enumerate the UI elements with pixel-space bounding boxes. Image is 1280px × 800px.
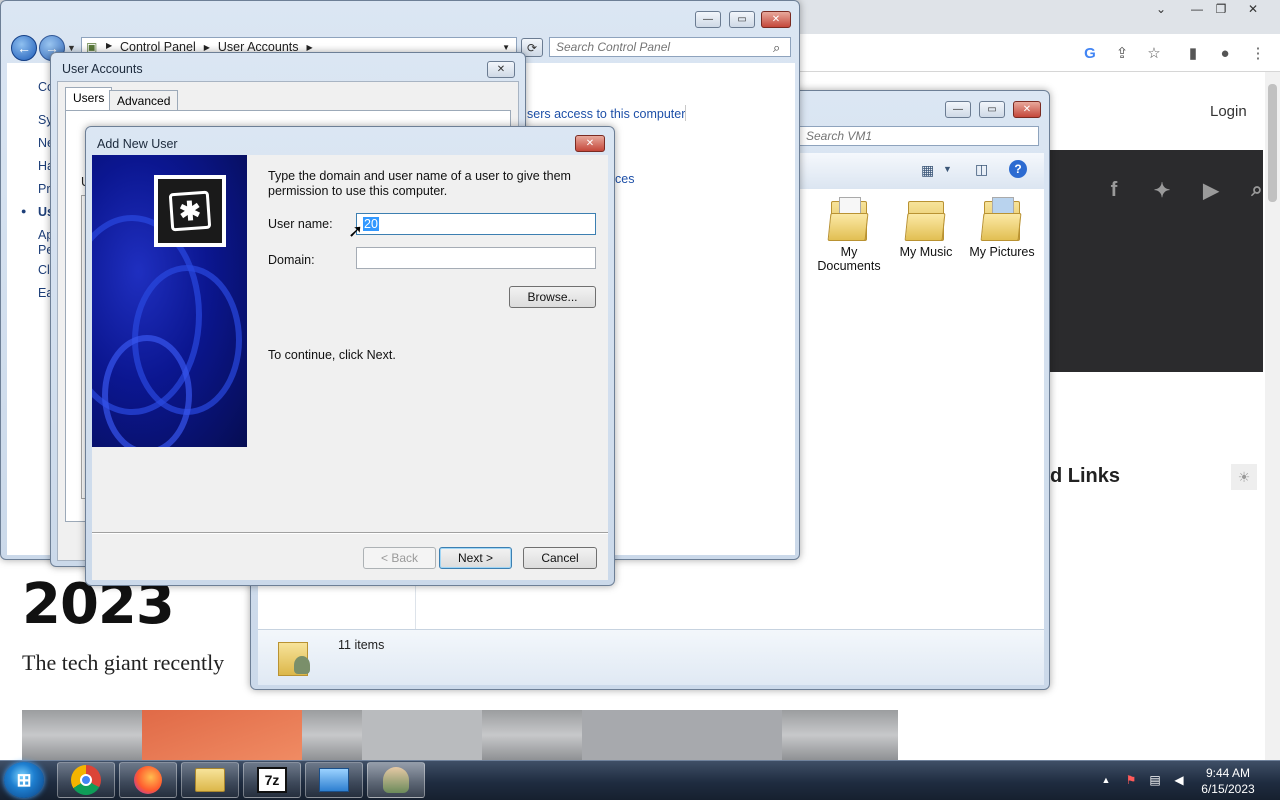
taskbar-user-accounts-button[interactable] bbox=[367, 762, 425, 798]
search-icon[interactable]: ⌕ bbox=[773, 40, 780, 56]
cp-nav-item[interactable]: Pr bbox=[38, 182, 51, 196]
cp-search-input[interactable] bbox=[549, 37, 791, 57]
taskbar-7zip-button[interactable]: 7z bbox=[243, 762, 301, 798]
address-dropdown-icon[interactable]: ▼ bbox=[502, 43, 510, 52]
tab-advanced[interactable]: Advanced bbox=[109, 90, 179, 112]
start-button[interactable]: ⊞ bbox=[4, 762, 44, 798]
cp-nav-item[interactable]: Cl bbox=[38, 263, 50, 277]
change-view-icon[interactable]: ▦ bbox=[921, 162, 934, 179]
help-icon[interactable]: ? bbox=[1009, 160, 1027, 178]
continue-hint: To continue, click Next. bbox=[268, 348, 396, 362]
mouse-cursor-icon: ➚ bbox=[348, 221, 364, 241]
folder-label: My Documents bbox=[817, 245, 881, 273]
explorer-maximize-button[interactable]: ▭ bbox=[979, 101, 1005, 118]
clock-time: 9:44 AM bbox=[1205, 766, 1251, 780]
folder-icon bbox=[195, 768, 225, 792]
details-pane: 11 items bbox=[258, 629, 1044, 685]
folder-label: My Music bbox=[899, 245, 953, 259]
article-lede: The tech giant recently bbox=[22, 650, 225, 675]
breadcrumb-separator-icon: ▶ bbox=[106, 41, 113, 50]
control-panel-icon bbox=[319, 768, 349, 792]
dialog-title: User Accounts bbox=[62, 62, 143, 76]
preview-pane-icon[interactable]: ◫ bbox=[975, 161, 988, 178]
wizard-close-button[interactable]: ✕ bbox=[575, 135, 605, 152]
user-folder-icon bbox=[276, 634, 316, 678]
domain-label: Domain: bbox=[268, 253, 315, 267]
browse-button[interactable]: Browse... bbox=[509, 286, 596, 308]
theme-toggle-icon[interactable]: ☀ bbox=[1231, 464, 1257, 490]
login-link[interactable]: Login bbox=[1210, 103, 1247, 120]
bookmark-star-icon[interactable]: ☆ bbox=[1143, 42, 1165, 64]
domain-input[interactable] bbox=[356, 247, 596, 269]
folder-my-pictures[interactable]: My Pictures bbox=[965, 195, 1039, 259]
wizard-banner-image: ✱ bbox=[92, 155, 247, 447]
back-arrow-icon[interactable]: ← bbox=[11, 35, 37, 61]
cancel-button[interactable]: Cancel bbox=[523, 547, 597, 569]
taskbar-firefox-button[interactable] bbox=[119, 762, 177, 798]
system-clock[interactable]: 9:44 AM 6/15/2023 bbox=[1186, 765, 1270, 797]
folder-icon bbox=[904, 195, 946, 241]
user-key-icon: ✱ bbox=[154, 175, 226, 247]
link-divider bbox=[685, 105, 686, 121]
username-selected-text: 20 bbox=[363, 217, 379, 231]
selected-bullet-icon: ● bbox=[21, 206, 27, 216]
back-button[interactable]: < Back bbox=[363, 547, 436, 569]
explorer-search-input[interactable] bbox=[799, 126, 1039, 146]
network-icon[interactable]: ▤ bbox=[1146, 771, 1164, 789]
profile-avatar-icon[interactable]: ● bbox=[1214, 42, 1236, 64]
side-panel-icon[interactable]: ▮ bbox=[1182, 42, 1204, 64]
tab-list-chevron-icon[interactable]: ⌄ bbox=[1146, 0, 1176, 18]
cp-minimize-button[interactable]: — bbox=[695, 11, 721, 28]
google-lens-icon[interactable]: G bbox=[1079, 42, 1101, 64]
related-links-heading: d Links bbox=[1050, 465, 1121, 487]
item-count: 11 items bbox=[338, 638, 385, 652]
twitter-icon[interactable]: ✦ bbox=[1148, 176, 1176, 204]
article-photo bbox=[22, 710, 898, 760]
manage-users-link[interactable]: sers access to this computer bbox=[527, 107, 685, 121]
taskbar-explorer-button[interactable] bbox=[181, 762, 239, 798]
folder-my-documents[interactable]: My Documents bbox=[812, 195, 886, 273]
youtube-icon[interactable]: ▶ bbox=[1197, 176, 1225, 204]
wizard-instructions: Type the domain and user name of a user … bbox=[268, 169, 571, 198]
add-new-user-dialog: Add New User ✕ ✱ Type the domain and use… bbox=[85, 126, 615, 586]
show-hidden-icons-icon[interactable]: ▲ bbox=[1097, 771, 1115, 789]
close-window-button[interactable]: ✕ bbox=[1238, 0, 1268, 18]
page-scroll-thumb[interactable] bbox=[1268, 84, 1277, 202]
cp-link-fragment[interactable]: ces bbox=[615, 172, 634, 186]
wizard-separator bbox=[92, 532, 608, 534]
7zip-icon: 7z bbox=[257, 767, 287, 793]
browser-menu-icon[interactable]: ⋮ bbox=[1247, 42, 1269, 64]
explorer-command-bar: ▦ ▼ ◫ ? bbox=[799, 153, 1044, 189]
explorer-minimize-button[interactable]: — bbox=[945, 101, 971, 118]
username-input[interactable]: 20 bbox=[356, 213, 596, 235]
share-icon[interactable]: ⇪ bbox=[1111, 42, 1133, 64]
clock-date: 6/15/2023 bbox=[1201, 782, 1255, 796]
folder-label: My Pictures bbox=[969, 245, 1035, 259]
restore-window-button[interactable]: ❐ bbox=[1206, 0, 1236, 18]
next-button[interactable]: Next > bbox=[439, 547, 512, 569]
action-center-flag-icon[interactable]: ⚑ bbox=[1122, 771, 1140, 789]
wizard-title: Add New User bbox=[97, 137, 178, 151]
username-label: User name: bbox=[268, 217, 333, 231]
users-icon bbox=[383, 767, 409, 793]
ua-close-button[interactable]: ✕ bbox=[487, 61, 515, 78]
explorer-close-button[interactable]: ✕ bbox=[1013, 101, 1041, 118]
view-dropdown-icon[interactable]: ▼ bbox=[943, 164, 952, 174]
taskbar-control-panel-button[interactable] bbox=[305, 762, 363, 798]
cp-maximize-button[interactable]: ▭ bbox=[729, 11, 755, 28]
facebook-icon[interactable]: f bbox=[1100, 176, 1128, 204]
cp-close-button[interactable]: ✕ bbox=[761, 11, 791, 28]
firefox-icon bbox=[134, 766, 162, 794]
folder-icon bbox=[980, 195, 1022, 241]
chrome-icon bbox=[71, 765, 101, 795]
taskbar-chrome-button[interactable] bbox=[57, 762, 115, 798]
folder-icon bbox=[827, 195, 869, 241]
folder-my-music[interactable]: My Music bbox=[889, 195, 963, 259]
tab-users[interactable]: Users bbox=[65, 87, 113, 111]
